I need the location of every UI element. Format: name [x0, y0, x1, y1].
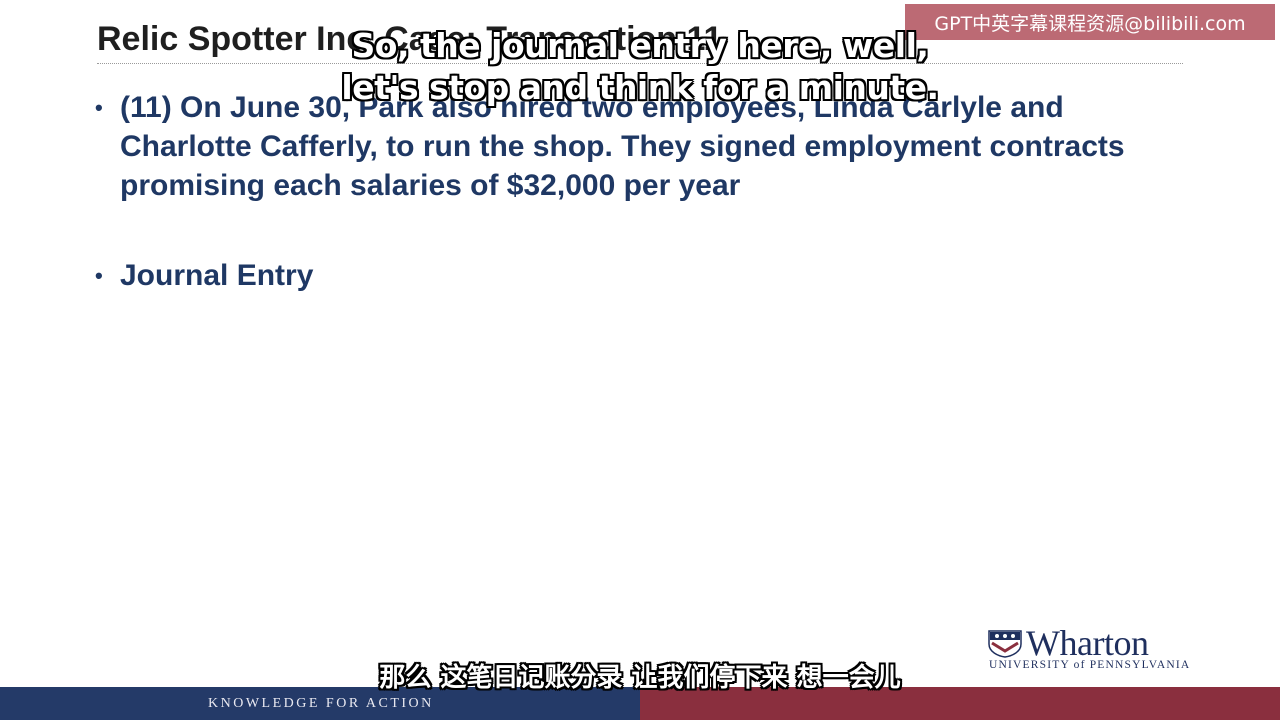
english-subtitle-line-2: let's stop and think for a minute. [341, 68, 939, 107]
footer-tagline: KNOWLEDGE FOR ACTION [208, 695, 434, 711]
bullet-list: • (11) On June 30, Park also hired two e… [95, 88, 1175, 295]
english-subtitle: So, the journal entry here, well, let's … [0, 25, 1280, 109]
penn-shield-icon [988, 630, 1022, 658]
bullet-marker: • [95, 263, 103, 288]
logo-wordmark: Wharton [1026, 623, 1149, 663]
bullet-text: Journal Entry [120, 259, 314, 292]
english-subtitle-line-1: So, the journal entry here, well, [351, 26, 929, 65]
bullet-journal-entry: • Journal Entry [95, 256, 1175, 295]
chinese-subtitle: 那么 这笔日记账分录 让我们停下来 想一会儿 [379, 663, 901, 693]
